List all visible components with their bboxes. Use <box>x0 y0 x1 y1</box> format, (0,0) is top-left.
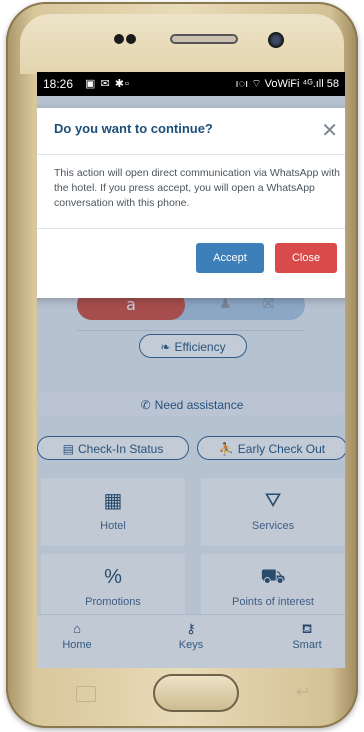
dialog-title: Do you want to continue? <box>54 121 213 136</box>
phone-frame: 18:26 ▣ ✉ ✱▫ ı◌ı ⌔ VoWiFi ⁴ᴳ.ıll 58 a ♟ … <box>6 2 358 728</box>
close-button[interactable]: Close <box>275 243 337 273</box>
close-icon[interactable]: ✕ <box>321 118 338 142</box>
status-bar: 18:26 ▣ ✉ ✱▫ ı◌ı ⌔ VoWiFi ⁴ᴳ.ıll 58 <box>37 72 345 96</box>
status-time: 18:26 <box>43 77 74 91</box>
accept-button[interactable]: Accept <box>196 243 264 273</box>
phone-top-bezel <box>20 14 344 74</box>
phone-bottom-bezel: ↩ <box>20 668 344 722</box>
front-camera <box>268 32 284 48</box>
earpiece-speaker <box>170 34 238 44</box>
system-icons: ı◌ı ⌔ VoWiFi ⁴ᴳ.ıll 58 <box>235 78 339 90</box>
screen: 18:26 ▣ ✉ ✱▫ ı◌ı ⌔ VoWiFi ⁴ᴳ.ıll 58 a ♟ … <box>37 72 345 668</box>
home-button[interactable] <box>153 674 239 712</box>
sensor-dot <box>114 34 124 44</box>
dialog-header: Do you want to continue? ✕ <box>37 108 345 155</box>
recent-apps-key[interactable] <box>76 686 96 702</box>
notification-icons: ▣ ✉ ✱▫ <box>85 78 130 90</box>
back-key-icon[interactable]: ↩ <box>296 682 309 701</box>
dialog-message: This action will open direct communicati… <box>54 167 340 209</box>
dialog-footer: Accept Close <box>37 228 345 299</box>
confirm-dialog: Do you want to continue? ✕ This action w… <box>37 108 345 298</box>
sensor-dot <box>126 34 136 44</box>
